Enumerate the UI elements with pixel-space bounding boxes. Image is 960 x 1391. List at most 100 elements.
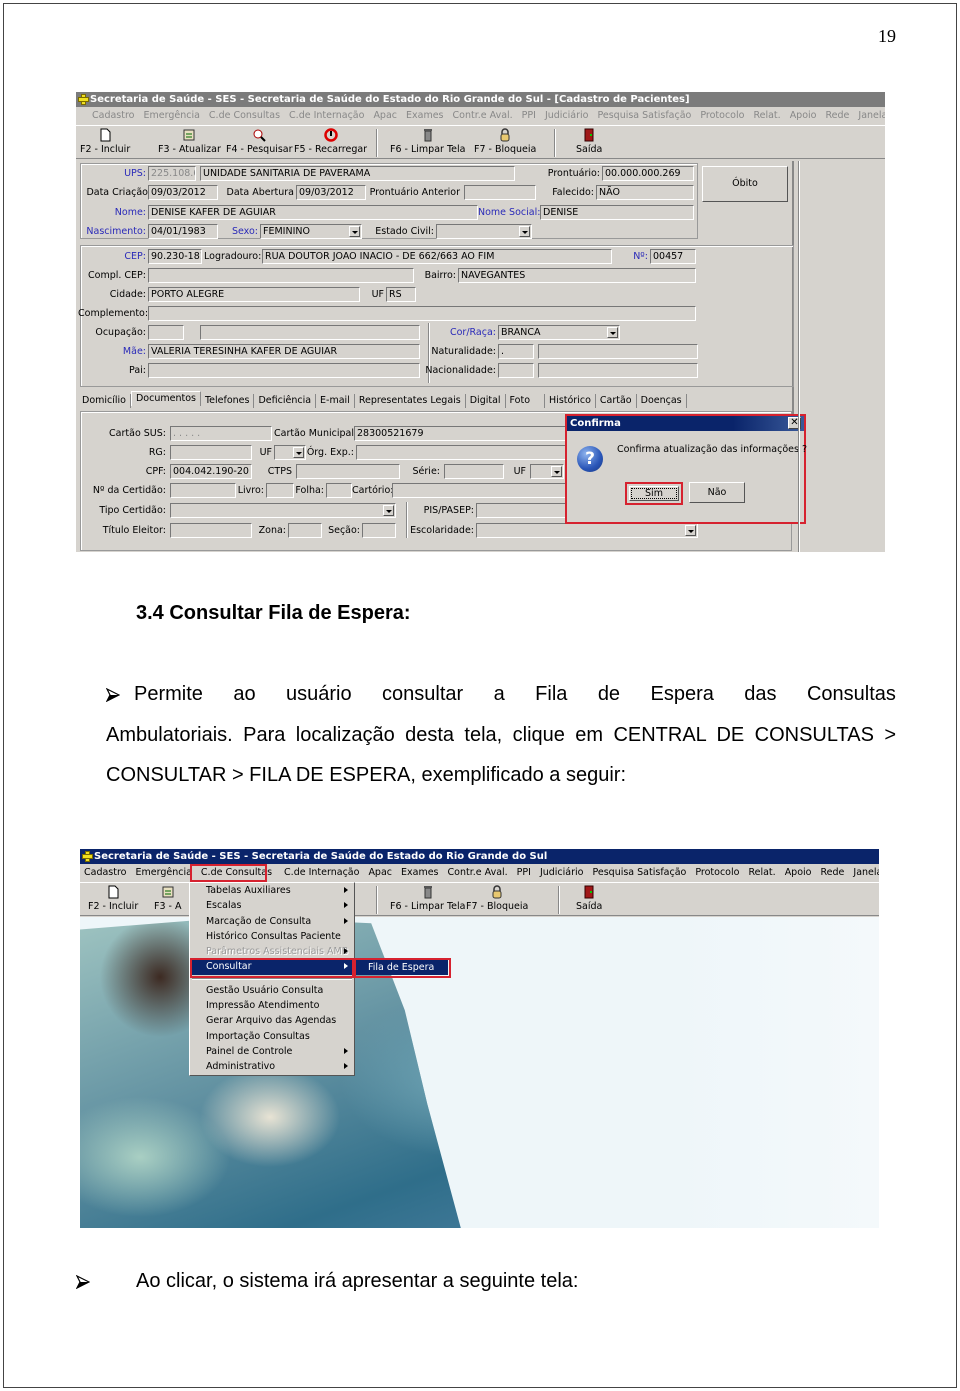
menu-relat[interactable]: Relat. <box>748 864 775 882</box>
menu-protocolo[interactable]: Protocolo <box>700 107 744 125</box>
mae-field[interactable]: VALERIA TERESINHA KAFER DE AGUIAR <box>148 344 420 359</box>
menu-item-administrativo[interactable]: Administrativo <box>190 1059 354 1074</box>
menu-apac[interactable]: Apac <box>373 107 397 125</box>
complemento-field[interactable] <box>148 306 696 321</box>
ctps-uf-select[interactable] <box>530 464 564 479</box>
nome-field[interactable]: DENISE KAFER DE AGUIAR <box>148 205 478 220</box>
menu-item-painel-de-controle[interactable]: Painel de Controle <box>190 1044 354 1059</box>
toolbar-button-f3-a[interactable]: F3 - A <box>154 885 181 912</box>
menu-item-marcacao-de-consulta[interactable]: Marcação de Consulta <box>190 914 354 929</box>
menu-protocolo[interactable]: Protocolo <box>695 864 739 882</box>
menu-ppi[interactable]: PPI <box>522 107 536 125</box>
toolbar-button-f4-pesquisar[interactable]: F4 - Pesquisar <box>226 128 293 155</box>
menu-item-importacao-consultas[interactable]: Importação Consultas <box>190 1029 354 1044</box>
tab-telefones[interactable]: Telefones <box>201 394 255 408</box>
menu-exames[interactable]: Exames <box>406 107 444 125</box>
menu-item-historico-consultas-paciente[interactable]: Histórico Consultas Paciente <box>190 929 354 944</box>
cep-field[interactable]: 90.230-181 <box>148 249 202 264</box>
tab-historico[interactable]: Histórico <box>545 394 596 408</box>
menu-rede[interactable]: Rede <box>825 107 849 125</box>
nacionalidade-code-field[interactable] <box>498 363 534 378</box>
chevron-down-icon[interactable] <box>293 447 304 458</box>
toolbar-button-f6-limpar-tela[interactable]: F6 - Limpar Tela <box>390 128 465 155</box>
menu-item-gestao-usuario-consulta[interactable]: Gestão Usuário Consulta <box>190 983 354 998</box>
menu-contr-e-aval[interactable]: Contr.e Aval. <box>448 864 508 882</box>
nome-social-field[interactable]: DENISE <box>540 205 694 220</box>
naturalidade-code-field[interactable]: . <box>498 344 534 359</box>
compl-cep-field[interactable] <box>148 268 414 283</box>
menu-apoio[interactable]: Apoio <box>785 864 812 882</box>
tab-doencas[interactable]: Doenças <box>637 394 687 408</box>
escolaridade-select[interactable] <box>476 523 698 538</box>
cartao-municipal-field[interactable]: 28300521679 <box>354 426 574 441</box>
menu-apoio[interactable]: Apoio <box>790 107 817 125</box>
menu-c-de-internacao[interactable]: C.de Internação <box>284 864 359 882</box>
menu-exames[interactable]: Exames <box>401 864 439 882</box>
prontuario-anterior-field[interactable] <box>464 185 536 200</box>
pis-pasep-field[interactable] <box>476 503 574 518</box>
toolbar-button-f7-bloqueia[interactable]: F7 - Bloqueia <box>474 128 536 155</box>
sexo-select[interactable]: FEMININO <box>260 224 362 239</box>
menu-pesquisa-satisfacao[interactable]: Pesquisa Satisfação <box>597 107 691 125</box>
menu-apac[interactable]: Apac <box>368 864 392 882</box>
toolbar-button-f5-recarregar[interactable]: F5 - Recarregar <box>294 128 367 155</box>
nascimento-field[interactable]: 04/01/1983 <box>148 224 218 239</box>
cpf-field[interactable]: 004.042.190-20 <box>170 464 252 479</box>
menu-pesquisa-satisfacao[interactable]: Pesquisa Satisfação <box>592 864 686 882</box>
data-criacao-field[interactable]: 09/03/2012 <box>148 185 218 200</box>
menu-emergencia[interactable]: Emergência <box>136 864 192 882</box>
estado-civil-select[interactable] <box>436 224 532 239</box>
chevron-down-icon[interactable] <box>519 226 530 237</box>
titulo-eleitor-field[interactable] <box>170 523 252 538</box>
tab-cartao[interactable]: Cartão <box>596 394 637 408</box>
chevron-down-icon[interactable] <box>685 525 696 536</box>
org-exp-field[interactable] <box>356 445 574 460</box>
cartorio-field[interactable] <box>392 483 574 498</box>
chevron-down-icon[interactable] <box>383 505 394 516</box>
tab-documentos[interactable]: Documentos <box>130 391 201 406</box>
menu-relat[interactable]: Relat. <box>753 107 780 125</box>
toolbar-button-saida[interactable]: Saída <box>576 128 602 155</box>
menu-item-tabelas-auxiliares[interactable]: Tabelas Auxiliares <box>190 883 354 898</box>
toolbar-button-f2-incluir[interactable]: F2 - Incluir <box>80 128 130 155</box>
menu-c-de-internacao[interactable]: C.de Internação <box>289 107 364 125</box>
tab-representates-legais[interactable]: Representates Legais <box>355 394 466 408</box>
ups-name-field[interactable]: UNIDADE SANITARIA DE PAVERAMA <box>200 166 515 181</box>
tab-e-mail[interactable]: E-mail <box>316 394 355 408</box>
secao-field[interactable] <box>362 523 396 538</box>
rg-uf-select[interactable] <box>274 445 306 460</box>
toolbar-button-saida[interactable]: Saída <box>576 885 602 912</box>
zona-field[interactable] <box>288 523 322 538</box>
menu-item-impressao-atendimento[interactable]: Impressão Atendimento <box>190 998 354 1013</box>
menu-janelas[interactable]: Janelas <box>858 107 885 125</box>
menu-cadastro[interactable]: Cadastro <box>92 107 135 125</box>
prontuario-field[interactable]: 00.000.000.269 <box>602 166 694 181</box>
obito-button[interactable]: Óbito <box>702 166 788 202</box>
toolbar-button-f2-incluir[interactable]: F2 - Incluir <box>88 885 138 912</box>
numero-field[interactable]: 00457 <box>650 249 696 264</box>
toolbar-button-f7-bloqueia[interactable]: F7 - Bloqueia <box>466 885 528 912</box>
tab-domicilio[interactable]: Domicílio <box>78 394 131 408</box>
chevron-down-icon[interactable] <box>607 327 618 338</box>
menu-emergencia[interactable]: Emergência <box>144 107 200 125</box>
tipo-certidao-select[interactable] <box>170 503 396 518</box>
tab-foto[interactable]: Foto <box>506 394 546 408</box>
sim-button[interactable]: Sim <box>629 486 679 501</box>
tab-deficiencia[interactable]: Deficiência <box>254 394 317 408</box>
tab-digital[interactable]: Digital <box>466 394 506 408</box>
menu-contr-e-aval[interactable]: Contr.e Aval. <box>453 107 513 125</box>
logradouro-field[interactable]: RUA DOUTOR JOAO INACIO - DE 662/663 AO F… <box>262 249 612 264</box>
menu-janelas[interactable]: Janelas <box>853 864 879 882</box>
chevron-down-icon[interactable] <box>551 466 562 477</box>
cidade-field[interactable]: PORTO ALEGRE <box>148 287 360 302</box>
menu-item-escalas[interactable]: Escalas <box>190 898 354 913</box>
menu-ppi[interactable]: PPI <box>517 864 531 882</box>
cor-raca-select[interactable]: BRANCA <box>498 325 620 340</box>
folha-field[interactable] <box>326 483 352 498</box>
menu-item-gerar-arquivo-das-agendas[interactable]: Gerar Arquivo das Agendas <box>190 1013 354 1028</box>
menu-rede[interactable]: Rede <box>820 864 844 882</box>
pai-field[interactable] <box>148 363 420 378</box>
bairro-field[interactable]: NAVEGANTES <box>458 268 696 283</box>
falecido-field[interactable]: NÃO <box>596 185 694 200</box>
ocupacao-field[interactable] <box>200 325 420 340</box>
